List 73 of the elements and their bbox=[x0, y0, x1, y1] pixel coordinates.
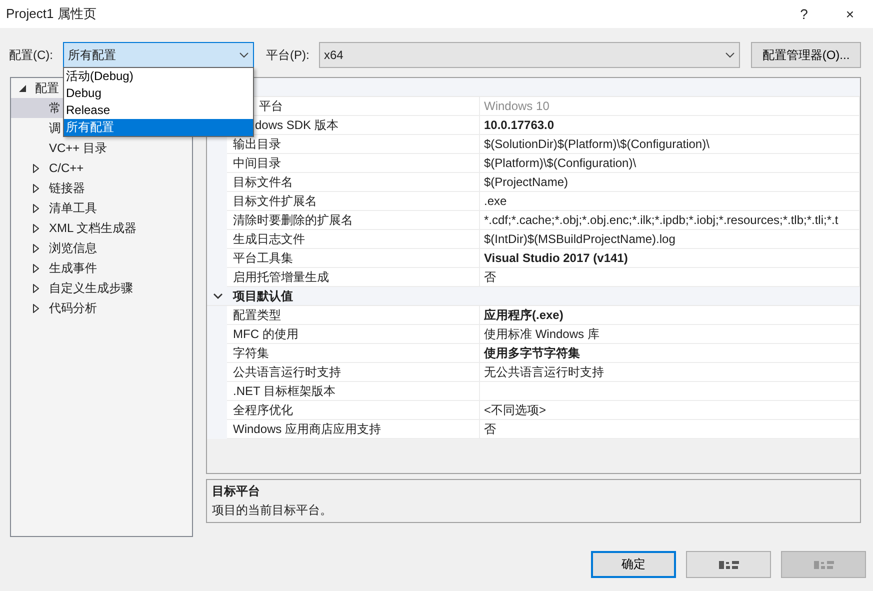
tree-item[interactable]: C/C++ bbox=[49, 161, 84, 175]
property-name: Windows 应用商店应用支持 bbox=[227, 420, 480, 439]
property-name: 目标文件扩展名 bbox=[227, 192, 480, 211]
property-name: .NET 目标框架版本 bbox=[227, 382, 480, 401]
property-value[interactable]: $(ProjectName) bbox=[480, 173, 860, 192]
expanded-triangle-icon[interactable] bbox=[17, 83, 27, 93]
collapsed-triangle-icon[interactable] bbox=[31, 263, 41, 273]
property-value[interactable]: .exe bbox=[480, 192, 860, 211]
property-value[interactable]: <不同选项> bbox=[480, 401, 860, 420]
tree-item[interactable]: 配置 bbox=[35, 80, 59, 96]
config-label: 配置(C): bbox=[9, 46, 54, 64]
window-title: Project1 属性页 bbox=[6, 5, 98, 23]
property-value[interactable]: $(SolutionDir)$(Platform)\$(Configuration)\ bbox=[480, 135, 860, 154]
dropdown-option[interactable]: 所有配置 bbox=[64, 119, 253, 136]
dropdown-option[interactable]: Debug bbox=[64, 85, 253, 102]
description-text: 项目的当前目标平台。 bbox=[212, 502, 332, 519]
garbled-label-icon bbox=[812, 558, 834, 570]
category-header[interactable]: 项目默认值 bbox=[207, 287, 860, 306]
property-name: 清除时要删除的扩展名 bbox=[227, 211, 480, 230]
property-value[interactable]: 应用程序(.exe) bbox=[480, 306, 860, 325]
property-name: 输出目录 bbox=[227, 135, 480, 154]
collapsed-triangle-icon[interactable] bbox=[31, 203, 41, 213]
help-button[interactable]: ? bbox=[781, 0, 827, 28]
property-value[interactable]: 使用标准 Windows 库 bbox=[480, 325, 860, 344]
tree-item[interactable]: 清单工具 bbox=[49, 200, 97, 216]
close-button[interactable]: × bbox=[827, 0, 873, 28]
property-name: 平台工具集 bbox=[227, 249, 480, 268]
property-value[interactable]: Visual Studio 2017 (v141) bbox=[480, 249, 860, 268]
property-value[interactable]: 10.0.17763.0 bbox=[480, 116, 860, 135]
property-value[interactable]: 否 bbox=[480, 420, 860, 439]
property-value[interactable]: 无公共语言运行时支持 bbox=[480, 363, 860, 382]
dropdown-option[interactable]: Release bbox=[64, 102, 253, 119]
collapsed-triangle-icon[interactable] bbox=[31, 163, 41, 173]
tree-item[interactable]: XML 文档生成器 bbox=[49, 220, 137, 236]
property-value[interactable]: *.cdf;*.cache;*.obj;*.obj.enc;*.ilk;*.ipdb;*.iobj;*.resources;*.tlb;*.tli;*.t bbox=[480, 211, 860, 230]
platform-dropdown[interactable]: x64 bbox=[319, 42, 740, 68]
description-title: 目标平台 bbox=[212, 483, 260, 500]
garbled-label-icon bbox=[718, 558, 740, 570]
property-name: 配置类型 bbox=[227, 306, 480, 325]
dropdown-option[interactable]: 活动(Debug) bbox=[64, 68, 253, 85]
property-value[interactable]: 使用多字节字符集 bbox=[480, 344, 860, 363]
tree-item[interactable]: 常 bbox=[49, 100, 61, 116]
collapsed-triangle-icon[interactable] bbox=[31, 243, 41, 253]
tree-item[interactable]: 代码分析 bbox=[49, 300, 97, 316]
tree-item[interactable]: 链接器 bbox=[49, 180, 85, 196]
property-name: 中间目录 bbox=[227, 154, 480, 173]
property-name: 生成日志文件 bbox=[227, 230, 480, 249]
chevron-down-icon[interactable] bbox=[213, 291, 223, 301]
config-dropdown[interactable]: 所有配置 bbox=[63, 42, 254, 68]
tree-item[interactable]: 生成事件 bbox=[49, 260, 97, 276]
platform-label: 平台(P): bbox=[266, 46, 310, 64]
collapsed-triangle-icon[interactable] bbox=[31, 183, 41, 193]
tree-item[interactable]: VC++ 目录 bbox=[49, 140, 108, 156]
dialog-button[interactable] bbox=[686, 551, 771, 578]
property-name: 启用托管增量生成 bbox=[227, 268, 480, 287]
property-name: 公共语言运行时支持 bbox=[227, 363, 480, 382]
property-name: 字符集 bbox=[227, 344, 480, 363]
config-manager-button[interactable]: 配置管理器(O)... bbox=[751, 42, 861, 68]
collapsed-triangle-icon[interactable] bbox=[31, 283, 41, 293]
chevron-down-icon bbox=[239, 52, 249, 58]
property-value[interactable]: 否 bbox=[480, 268, 860, 287]
collapsed-triangle-icon[interactable] bbox=[31, 303, 41, 313]
dialog-button[interactable]: 确定 bbox=[591, 551, 676, 578]
collapsed-triangle-icon[interactable] bbox=[31, 223, 41, 233]
property-value[interactable]: $(IntDir)$(MSBuildProjectName).log bbox=[480, 230, 860, 249]
chevron-down-icon bbox=[725, 52, 735, 58]
tree-item[interactable]: 浏览信息 bbox=[49, 240, 97, 256]
property-name: 全程序优化 bbox=[227, 401, 480, 420]
property-name: 目标文件名 bbox=[227, 173, 480, 192]
tree-item[interactable]: 自定义生成步骤 bbox=[49, 280, 133, 296]
tree-item[interactable]: 调 bbox=[49, 120, 61, 136]
property-name: MFC 的使用 bbox=[227, 325, 480, 344]
property-value[interactable]: $(Platform)\$(Configuration)\ bbox=[480, 154, 860, 173]
